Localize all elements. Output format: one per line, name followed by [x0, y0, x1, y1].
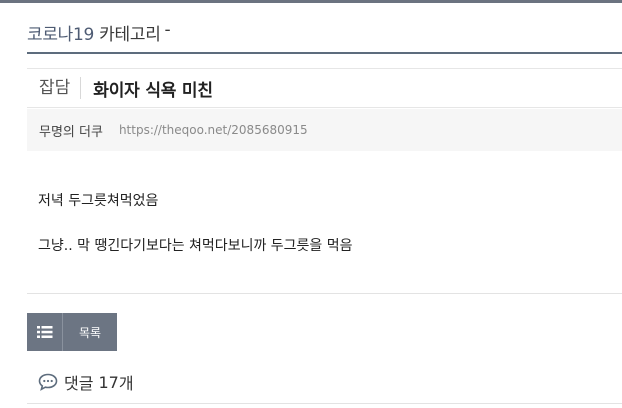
- divider: [27, 293, 622, 294]
- category-separator: -: [164, 20, 171, 40]
- author-name: 무명의 더쿠: [39, 124, 103, 140]
- body-line: 저녁 두그릇쳐먹었음: [38, 193, 159, 209]
- comment-label: 댓글: [64, 374, 94, 393]
- body-line: 그냥.. 막 땡긴다기보다는 쳐먹다보니까 두그릇을 먹음: [38, 238, 353, 254]
- category-suffix: 카테고리: [99, 25, 161, 45]
- top-bar: [0, 0, 622, 3]
- post-body: 저녁 두그릇쳐먹었음 그냥.. 막 땡긴다기보다는 쳐먹다보니까 두그릇을 먹음: [38, 190, 618, 255]
- list-icon: [27, 313, 63, 351]
- comment-unit: 개: [118, 374, 134, 393]
- comment-count: 댓글 17 개: [38, 370, 134, 394]
- board-name[interactable]: 잡담: [27, 77, 82, 99]
- list-button-label: 목록: [78, 325, 102, 340]
- speech-bubble-icon: [38, 372, 58, 392]
- post-meta: 무명의 더쿠 https://theqoo.net/2085680915: [27, 109, 622, 151]
- comment-number: 17: [98, 372, 119, 392]
- post-title: 화이자 식욕 미친: [93, 80, 213, 101]
- bottom-divider: [27, 403, 622, 404]
- category-name[interactable]: 코로나19: [27, 20, 94, 45]
- post-title-row: 잡담 화이자 식욕 미친: [27, 68, 622, 108]
- category-header: 코로나19 카테고리 -: [27, 20, 622, 54]
- list-button[interactable]: 목록: [27, 313, 117, 351]
- post-url-link[interactable]: https://theqoo.net/2085680915: [103, 123, 308, 137]
